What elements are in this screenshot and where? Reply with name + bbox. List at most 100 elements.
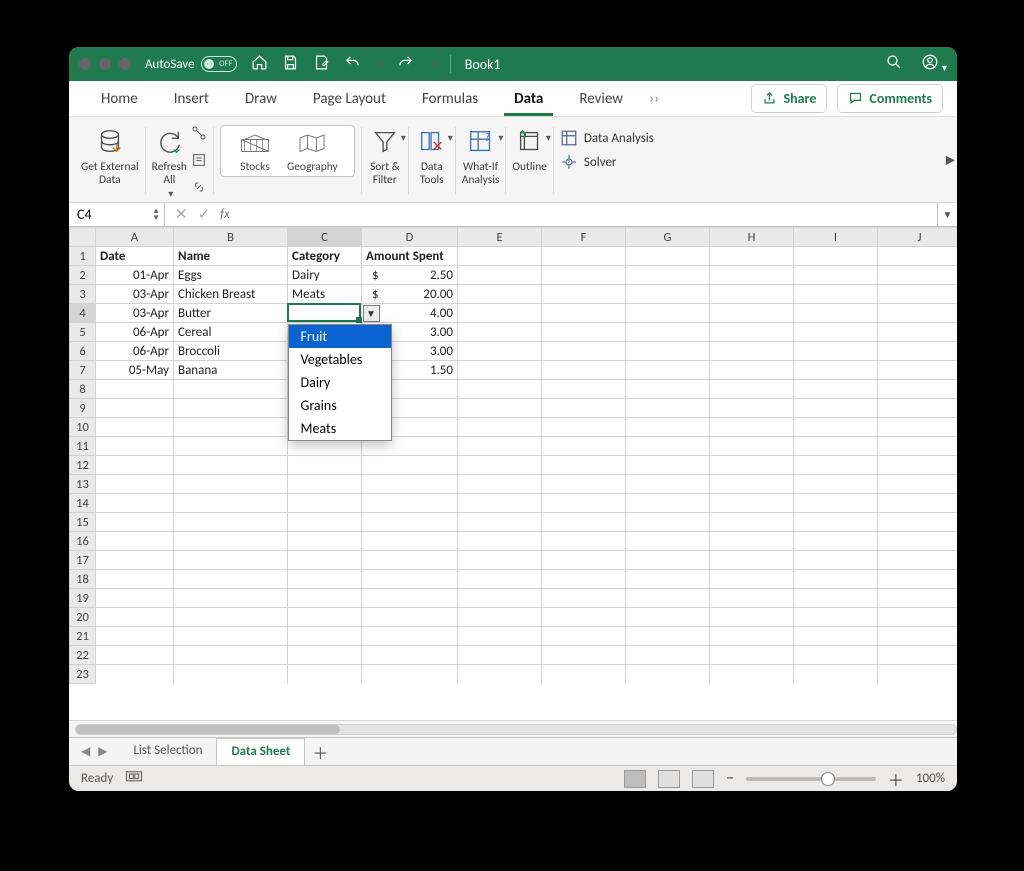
cell[interactable]	[710, 323, 794, 342]
column-header[interactable]: I	[794, 228, 878, 247]
cancel-formula-icon[interactable]: ✕	[175, 205, 188, 224]
validation-option[interactable]: Grains	[289, 394, 391, 417]
cell[interactable]	[878, 456, 958, 475]
cell[interactable]	[542, 589, 626, 608]
cell[interactable]	[96, 608, 174, 627]
cell[interactable]	[96, 532, 174, 551]
cell[interactable]	[794, 304, 878, 323]
cell[interactable]	[878, 323, 958, 342]
cell[interactable]	[878, 361, 958, 380]
worksheet-grid[interactable]: ABCDEFGHIJ1DateNameCategoryAmount Spent2…	[69, 227, 957, 720]
cell[interactable]	[362, 494, 458, 513]
cell[interactable]	[458, 399, 542, 418]
cell[interactable]	[362, 646, 458, 665]
cell[interactable]	[362, 589, 458, 608]
select-all-corner[interactable]	[70, 228, 96, 247]
cell[interactable]	[288, 513, 362, 532]
row-header[interactable]: 11	[70, 437, 96, 456]
tab-home[interactable]: Home	[91, 81, 148, 116]
cell[interactable]	[626, 627, 710, 646]
cell[interactable]	[542, 608, 626, 627]
cell[interactable]	[288, 551, 362, 570]
cell[interactable]	[458, 494, 542, 513]
formula-expand-icon[interactable]: ▼	[937, 203, 957, 226]
share-button[interactable]: Share	[751, 84, 827, 113]
cell[interactable]	[362, 608, 458, 627]
cell[interactable]	[288, 475, 362, 494]
row-header[interactable]: 17	[70, 551, 96, 570]
row-header[interactable]: 10	[70, 418, 96, 437]
cell[interactable]	[794, 437, 878, 456]
row-header[interactable]: 4	[70, 304, 96, 323]
data-analysis-button[interactable]: Data Analysis	[560, 129, 654, 147]
data-validation-dropdown-button[interactable]: ▼	[363, 305, 380, 322]
column-header[interactable]: F	[542, 228, 626, 247]
save-icon[interactable]	[282, 54, 299, 75]
cell[interactable]	[710, 304, 794, 323]
name-box[interactable]: C4 ▲▼	[69, 203, 165, 226]
cell[interactable]	[794, 646, 878, 665]
cell[interactable]	[96, 380, 174, 399]
validation-option[interactable]: Meats	[289, 417, 391, 440]
cell[interactable]	[458, 456, 542, 475]
cell[interactable]	[710, 342, 794, 361]
cell[interactable]	[626, 266, 710, 285]
cell[interactable]: 05-May	[96, 361, 174, 380]
page-layout-view-button[interactable]	[658, 770, 680, 788]
cell[interactable]	[794, 494, 878, 513]
cell[interactable]	[878, 418, 958, 437]
cell[interactable]	[458, 285, 542, 304]
cell[interactable]	[878, 589, 958, 608]
cell[interactable]: Name	[174, 247, 288, 266]
cell[interactable]	[794, 456, 878, 475]
cell[interactable]	[710, 646, 794, 665]
cell[interactable]	[288, 304, 362, 323]
cell[interactable]	[458, 342, 542, 361]
cell[interactable]	[710, 361, 794, 380]
cell[interactable]	[710, 475, 794, 494]
cell[interactable]	[542, 323, 626, 342]
edit-links-icon[interactable]	[191, 179, 207, 200]
cell[interactable]: 06-Apr	[96, 323, 174, 342]
add-sheet-button[interactable]: ＋	[305, 738, 335, 765]
cell[interactable]: Dairy	[288, 266, 362, 285]
cell[interactable]	[458, 361, 542, 380]
cell[interactable]	[878, 437, 958, 456]
cell[interactable]	[878, 646, 958, 665]
cell[interactable]	[878, 285, 958, 304]
cell[interactable]	[96, 627, 174, 646]
row-header[interactable]: 16	[70, 532, 96, 551]
normal-view-button[interactable]	[624, 770, 646, 788]
cell[interactable]	[362, 551, 458, 570]
cell[interactable]	[794, 570, 878, 589]
cell[interactable]	[542, 475, 626, 494]
column-header[interactable]: G	[626, 228, 710, 247]
cell[interactable]	[878, 551, 958, 570]
cell[interactable]	[542, 342, 626, 361]
zoom-window-icon[interactable]	[119, 58, 131, 70]
validation-option[interactable]: Fruit	[289, 325, 391, 348]
row-header[interactable]: 9	[70, 399, 96, 418]
tab-page-layout[interactable]: Page Layout	[303, 81, 396, 116]
validation-option[interactable]: Vegetables	[289, 348, 391, 371]
cell[interactable]	[288, 627, 362, 646]
cell[interactable]	[710, 285, 794, 304]
cell[interactable]	[174, 456, 288, 475]
page-break-view-button[interactable]	[692, 770, 714, 788]
cell[interactable]	[710, 608, 794, 627]
cell[interactable]	[878, 513, 958, 532]
validation-option[interactable]: Dairy	[289, 371, 391, 394]
column-header[interactable]: B	[174, 228, 288, 247]
cell[interactable]	[458, 513, 542, 532]
cell[interactable]	[710, 570, 794, 589]
column-header[interactable]: A	[96, 228, 174, 247]
cell[interactable]	[794, 627, 878, 646]
cell[interactable]	[542, 285, 626, 304]
cell[interactable]	[458, 323, 542, 342]
cell[interactable]	[542, 380, 626, 399]
cell[interactable]	[288, 608, 362, 627]
cell[interactable]	[174, 665, 288, 684]
horizontal-scrollbar[interactable]	[69, 720, 957, 737]
cell[interactable]	[458, 608, 542, 627]
cell[interactable]	[626, 342, 710, 361]
